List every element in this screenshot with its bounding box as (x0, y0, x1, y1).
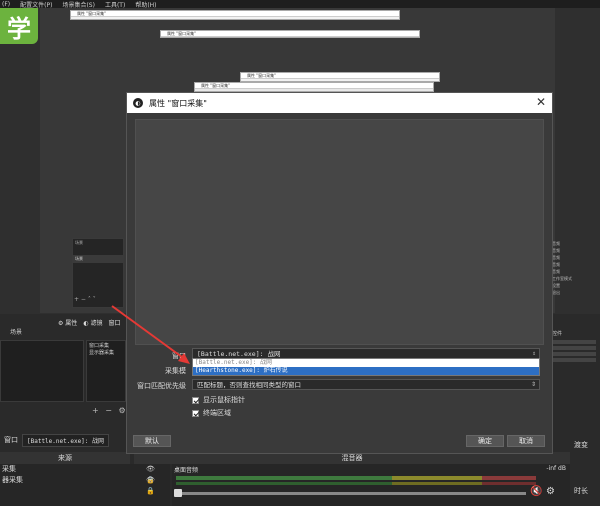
transition-label: 渡变 (574, 441, 588, 449)
window-select-value: [Battle.net.exe]: 战网 (197, 350, 281, 358)
right-mini-item[interactable]: 音频 (552, 261, 592, 268)
right-mini-item[interactable]: 音频 (552, 247, 592, 254)
source-name: 器采集 (2, 476, 23, 484)
dialog-preview (135, 119, 544, 345)
list-item[interactable]: 显示器采集 (89, 350, 123, 357)
site-logo: 学 (0, 8, 38, 44)
show-cursor-checkbox-row[interactable]: 显示鼠标指针 (192, 395, 245, 405)
right-mini-item[interactable]: 音频 (552, 240, 592, 247)
sources-dock-title: 来源 (0, 452, 130, 464)
filters-button[interactable]: ◐ 滤镜 (83, 318, 102, 327)
mini-scene-row[interactable]: 场景 (73, 255, 123, 263)
menu-bar: (F) 配置文件(P) 场景集合(S) 工具(T) 帮助(H) (0, 0, 600, 9)
right-mini-controls: 音频 音频 音频 音频 音频 工作室模式 设置 退出 (552, 240, 592, 310)
window-select-strip: 窗口 [Battle.net.exe]: 战网 (0, 432, 130, 448)
obs-app-icon: ◐ (133, 98, 143, 108)
mixer-channel-name: 桌面音频 (174, 467, 199, 474)
defaults-button[interactable]: 默认 (133, 435, 171, 447)
table-row[interactable]: 采集 👁 🔒 (0, 464, 170, 484)
show-cursor-label: 显示鼠标指针 (203, 396, 245, 404)
client-area-checkbox[interactable] (192, 409, 199, 417)
client-area-label: 终端区域 (203, 409, 231, 417)
dialog-title: 属性 "窗口采集" (149, 98, 207, 108)
client-area-checkbox-row[interactable]: 终端区域 (192, 408, 231, 418)
cancel-button[interactable]: 取消 (507, 435, 545, 447)
controls-header: 控件 (552, 331, 563, 337)
volume-slider-handle[interactable] (174, 489, 182, 497)
recursive-capture-1: 属性 "窗口采集" (70, 10, 400, 20)
right-mini-item[interactable]: 音频 (552, 268, 592, 275)
properties-dialog: ◐ 属性 "窗口采集" ✕ (126, 92, 553, 454)
properties-button[interactable]: ⚙ 属性 (58, 318, 77, 327)
dropdown-option[interactable]: [Battle.net.exe]: 战网 (193, 359, 539, 367)
control-bar[interactable] (552, 346, 596, 350)
recursive-capture-2: 属性 "窗口采集" (160, 30, 420, 38)
recursive-capture-3: 属性 "窗口采集" (240, 72, 440, 82)
match-priority-value: 匹配标题，否则查找相同类型的窗口 (197, 381, 301, 389)
ok-button[interactable]: 确定 (466, 435, 504, 447)
window-dropdown-list[interactable]: [Battle.net.exe]: 战网 [Hearthstone.exe]: … (192, 358, 540, 376)
obs-window: (F) 配置文件(P) 场景集合(S) 工具(T) 帮助(H) 学 属性 "窗口… (0, 0, 600, 506)
menu-item-file[interactable]: (F) (2, 1, 10, 8)
sources-mini-list[interactable]: 窗口采集 显示器采集 (86, 340, 126, 402)
dropdown-option-selected[interactable]: [Hearthstone.exe]: 炉石传说 (193, 367, 539, 375)
chevron-updown-icon: ⇕ (530, 381, 536, 388)
match-priority-label: 窗口匹配优先级 (137, 382, 186, 390)
transition-controls: 时长 (572, 464, 600, 506)
controls-dock: 控件 (552, 330, 600, 410)
mute-speaker-icon[interactable]: 🔇 (530, 486, 542, 497)
recursive-capture-4: 属性 "窗口采集" (194, 82, 434, 92)
close-icon[interactable]: ✕ (536, 95, 546, 109)
scenes-list[interactable] (0, 340, 84, 402)
match-priority-select[interactable]: 匹配标题，否则查找相同类型的窗口 ⇕ (192, 379, 540, 390)
volume-meter (176, 476, 536, 480)
window-field-label: 窗口 (172, 352, 186, 360)
show-cursor-checkbox[interactable] (192, 396, 199, 404)
right-mini-item[interactable]: 工作室模式 (552, 275, 592, 282)
window-current-value[interactable]: [Battle.net.exe]: 战网 (22, 433, 110, 447)
window-label: 窗口 (4, 436, 18, 444)
mini-scenes-header: 场景 (75, 240, 83, 245)
table-row[interactable]: 器采集 👁 🔒 (0, 475, 170, 495)
mixer-db-readout: -inf dB (546, 465, 566, 472)
right-mini-item[interactable]: 退出 (552, 289, 592, 296)
control-bar[interactable] (552, 358, 596, 362)
eye-lock-icons[interactable]: 👁 🔒 (146, 475, 170, 497)
mini-scenes-toolbar[interactable]: + − ˄ ˅ (72, 296, 124, 304)
duration-label: 时长 (574, 487, 588, 495)
gear-icon[interactable]: ⚙ (546, 486, 555, 497)
control-bar[interactable] (552, 340, 596, 344)
source-toolbar: ⚙ 属性 ◐ 滤镜 窗口 (58, 318, 121, 327)
volume-meter-secondary (176, 482, 536, 485)
right-mini-item[interactable]: 音频 (552, 254, 592, 261)
capture-method-label: 采集模 (165, 367, 186, 375)
volume-slider[interactable] (176, 492, 526, 495)
window-select-label: 窗口 (108, 320, 121, 327)
audio-mixer: 桌面音频 -inf dB 🔇 ⚙ (172, 464, 570, 506)
scenes-header: 场景 (10, 329, 23, 336)
sources-list: 采集 👁 🔒 器采集 👁 🔒 (0, 464, 170, 506)
list-item[interactable]: 窗口采集 (89, 343, 123, 350)
right-mini-item[interactable]: 设置 (552, 282, 592, 289)
source-name: 采集 (2, 465, 16, 473)
control-bar[interactable] (552, 352, 596, 356)
dialog-titlebar: ◐ 属性 "窗口采集" ✕ (127, 93, 552, 113)
